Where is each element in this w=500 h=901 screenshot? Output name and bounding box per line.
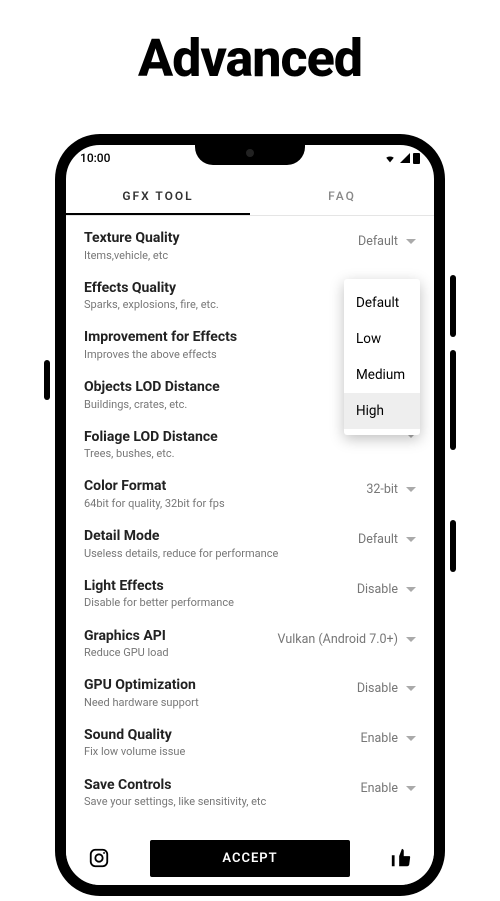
dropdown-option[interactable]: Default (344, 285, 420, 321)
battery-icon (413, 153, 420, 164)
setting-subtitle: Reduce GPU load (84, 646, 270, 659)
chevron-down-icon (406, 587, 416, 592)
setting-value: Default (358, 234, 398, 249)
status-icons (383, 153, 420, 164)
setting-subtitle: Items,vehicle, etc (84, 249, 350, 262)
tab-bar: GFX TOOL FAQ (66, 179, 434, 215)
phone-side-button (450, 350, 456, 450)
setting-value: 32-bit (366, 482, 398, 497)
thumbs-up-icon[interactable] (390, 847, 412, 869)
chevron-down-icon (406, 487, 416, 492)
setting-title: Sound Quality (84, 727, 353, 745)
setting-title: Graphics API (84, 628, 270, 646)
setting-value: Disable (357, 582, 398, 597)
phone-side-button (450, 520, 456, 572)
setting-subtitle: Need hardware support (84, 696, 349, 709)
chevron-down-icon (406, 637, 416, 642)
setting-value-wrap[interactable]: 32-bit (366, 478, 416, 497)
phone-side-button (450, 275, 456, 337)
setting-title: Texture Quality (84, 230, 350, 248)
status-time: 10:00 (80, 151, 110, 165)
setting-text: Detail ModeUseless details, reduce for p… (84, 528, 358, 560)
instagram-icon[interactable] (88, 847, 110, 869)
setting-row[interactable]: Detail ModeUseless details, reduce for p… (66, 518, 434, 568)
setting-row[interactable]: Sound QualityFix low volume issueEnable (66, 717, 434, 767)
setting-value: Enable (361, 731, 399, 746)
setting-subtitle: Fix low volume issue (84, 745, 353, 758)
chevron-down-icon (406, 786, 416, 791)
setting-text: GPU OptimizationNeed hardware support (84, 677, 357, 709)
setting-value-wrap[interactable]: Disable (357, 578, 416, 597)
signal-icon (400, 153, 410, 163)
phone-notch (195, 143, 305, 165)
setting-subtitle: Save your settings, like sensitivity, et… (84, 795, 353, 808)
setting-value-wrap[interactable]: Enable (361, 727, 417, 746)
phone-frame: 10:00 GFX TOOL FAQ Texture QualityItems,… (56, 135, 444, 895)
accept-button[interactable]: ACCEPT (150, 840, 350, 877)
setting-text: Graphics APIReduce GPU load (84, 628, 278, 660)
setting-subtitle: Trees, bushes, etc. (84, 447, 390, 460)
setting-text: Color Format64bit for quality, 32bit for… (84, 478, 366, 510)
dropdown-option[interactable]: Low (344, 321, 420, 357)
setting-value-wrap[interactable]: Enable (361, 777, 417, 796)
setting-text: Light EffectsDisable for better performa… (84, 578, 357, 610)
setting-subtitle: Useless details, reduce for performance (84, 547, 350, 560)
chevron-down-icon (406, 736, 416, 741)
setting-row[interactable]: Save ControlsSave your settings, like se… (66, 767, 434, 817)
dropdown-option[interactable]: Medium (344, 357, 420, 393)
setting-value: Disable (357, 681, 398, 696)
setting-value-wrap[interactable]: Vulkan (Android 7.0+) (278, 628, 416, 647)
page-heading: Advanced (0, 28, 500, 89)
tab-faq[interactable]: FAQ (250, 179, 434, 215)
setting-title: Color Format (84, 478, 358, 496)
wifi-icon (383, 153, 397, 163)
setting-value: Enable (361, 781, 399, 796)
setting-title: GPU Optimization (84, 677, 349, 695)
tab-gfx-tool[interactable]: GFX TOOL (66, 179, 250, 215)
chevron-down-icon (406, 537, 416, 542)
setting-title: Save Controls (84, 777, 353, 795)
setting-text: Sound QualityFix low volume issue (84, 727, 361, 759)
setting-text: Texture QualityItems,vehicle, etc (84, 230, 358, 262)
setting-text: Save ControlsSave your settings, like se… (84, 777, 361, 809)
setting-value: Default (358, 532, 398, 547)
setting-row[interactable]: Texture QualityItems,vehicle, etcDefault (66, 220, 434, 270)
setting-row[interactable]: Graphics APIReduce GPU loadVulkan (Andro… (66, 618, 434, 668)
setting-value-wrap[interactable]: Default (358, 230, 416, 249)
setting-title: Detail Mode (84, 528, 350, 546)
chevron-down-icon (406, 686, 416, 691)
dropdown-option[interactable]: High (344, 393, 420, 429)
setting-title: Light Effects (84, 578, 349, 596)
chevron-down-icon (406, 239, 416, 244)
setting-subtitle: Disable for better performance (84, 596, 349, 609)
phone-side-button (44, 360, 50, 400)
bottom-bar: ACCEPT (66, 831, 434, 885)
setting-value: Vulkan (Android 7.0+) (278, 632, 398, 647)
setting-row[interactable]: Color Format64bit for quality, 32bit for… (66, 468, 434, 518)
dropdown-popup[interactable]: DefaultLowMediumHigh (344, 279, 420, 435)
setting-value-wrap[interactable]: Default (358, 528, 416, 547)
setting-row[interactable]: GPU OptimizationNeed hardware supportDis… (66, 667, 434, 717)
setting-value-wrap[interactable]: Disable (357, 677, 416, 696)
setting-row[interactable]: Light EffectsDisable for better performa… (66, 568, 434, 618)
setting-subtitle: 64bit for quality, 32bit for fps (84, 497, 358, 510)
